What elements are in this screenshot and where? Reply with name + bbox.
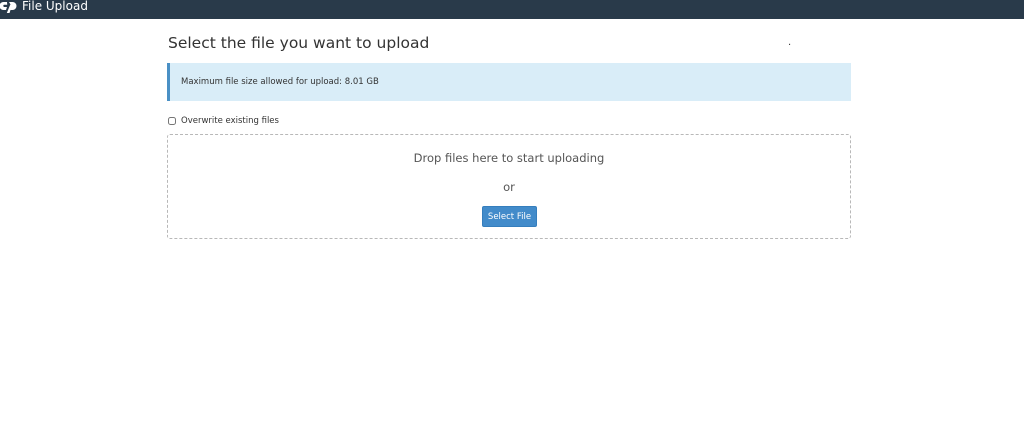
file-dropzone[interactable]: Drop files here to start uploading or Se… (167, 134, 851, 239)
select-file-button[interactable]: Select File (482, 206, 537, 227)
or-separator: or (503, 180, 515, 194)
overwrite-label[interactable]: Overwrite existing files (181, 116, 279, 126)
overwrite-checkbox[interactable] (168, 117, 176, 125)
max-file-size-alert: Maximum file size allowed for upload: 8.… (167, 63, 851, 101)
drop-instructions: Drop files here to start uploading (413, 151, 605, 165)
cpanel-logo-icon (0, 0, 17, 14)
app-title: File Upload (22, 0, 88, 13)
stray-mark: . (788, 37, 792, 48)
overwrite-option: Overwrite existing files (167, 115, 279, 127)
top-bar: File Upload (0, 0, 1024, 19)
max-file-size-text: Maximum file size allowed for upload: 8.… (181, 77, 379, 87)
page-title: Select the file you want to upload (168, 34, 430, 52)
